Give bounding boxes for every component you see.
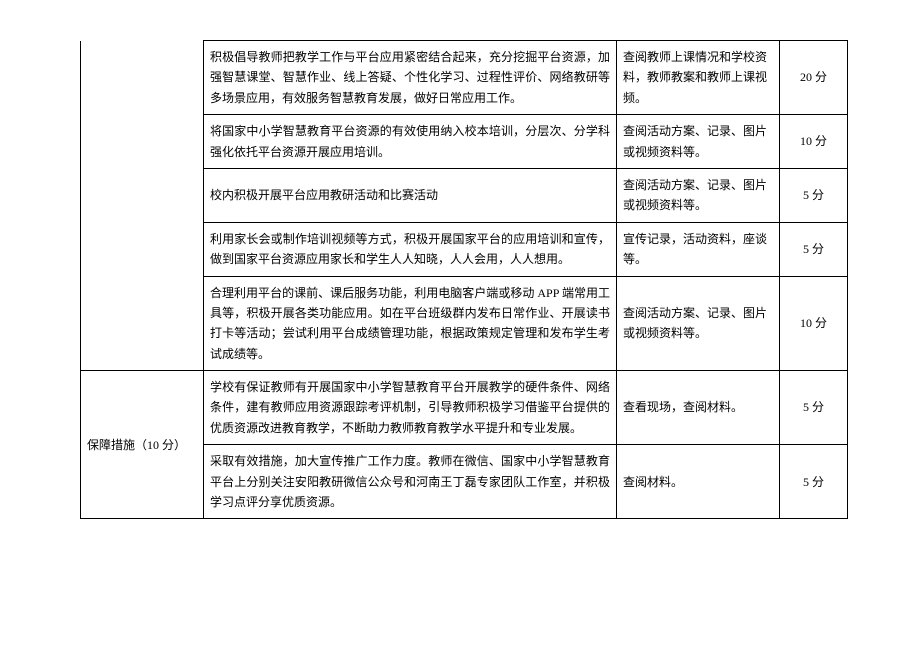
evidence-cell: 查阅活动方案、记录、图片或视频资料等。 [617, 115, 780, 169]
evidence-cell: 查阅活动方案、记录、图片或视频资料等。 [617, 276, 780, 371]
score-cell: 20 分 [780, 41, 848, 115]
score-cell: 5 分 [780, 371, 848, 445]
evidence-cell: 宣传记录，活动资料，座谈等。 [617, 222, 780, 276]
rubric-table: 积极倡导教师把教学工作与平台应用紧密结合起来，充分挖掘平台资源，加强智慧课堂、智… [80, 40, 848, 519]
score-cell: 5 分 [780, 445, 848, 519]
score-cell: 10 分 [780, 115, 848, 169]
description-cell: 将国家中小学智慧教育平台资源的有效使用纳入校本培训，分层次、分学科强化依托平台资… [204, 115, 617, 169]
description-cell: 校内积极开展平台应用教研活动和比赛活动 [204, 168, 617, 222]
score-cell: 10 分 [780, 276, 848, 371]
description-cell: 积极倡导教师把教学工作与平台应用紧密结合起来，充分挖掘平台资源，加强智慧课堂、智… [204, 41, 617, 115]
evidence-cell: 查阅教师上课情况和学校资料，教师教案和教师上课视频。 [617, 41, 780, 115]
description-cell: 合理利用平台的课前、课后服务功能，利用电脑客户端或移动 APP 端常用工具等，积… [204, 276, 617, 371]
description-cell: 采取有效措施，加大宣传推广工作力度。教师在微信、国家中小学智慧教育平台上分别关注… [204, 445, 617, 519]
description-cell: 利用家长会或制作培训视频等方式，积极开展国家平台的应用培训和宣传，做到国家平台资… [204, 222, 617, 276]
category-cell: 保障措施（10 分） [81, 371, 204, 519]
table-row: 积极倡导教师把教学工作与平台应用紧密结合起来，充分挖掘平台资源，加强智慧课堂、智… [81, 41, 848, 115]
category-cell [81, 41, 204, 371]
score-cell: 5 分 [780, 222, 848, 276]
description-cell: 学校有保证教师有开展国家中小学智慧教育平台开展教学的硬件条件、网络条件，建有教师… [204, 371, 617, 445]
evidence-cell: 查阅活动方案、记录、图片或视频资料等。 [617, 168, 780, 222]
table-row: 保障措施（10 分）学校有保证教师有开展国家中小学智慧教育平台开展教学的硬件条件… [81, 371, 848, 445]
score-cell: 5 分 [780, 168, 848, 222]
evidence-cell: 查阅材料。 [617, 445, 780, 519]
evidence-cell: 查看现场，查阅材料。 [617, 371, 780, 445]
